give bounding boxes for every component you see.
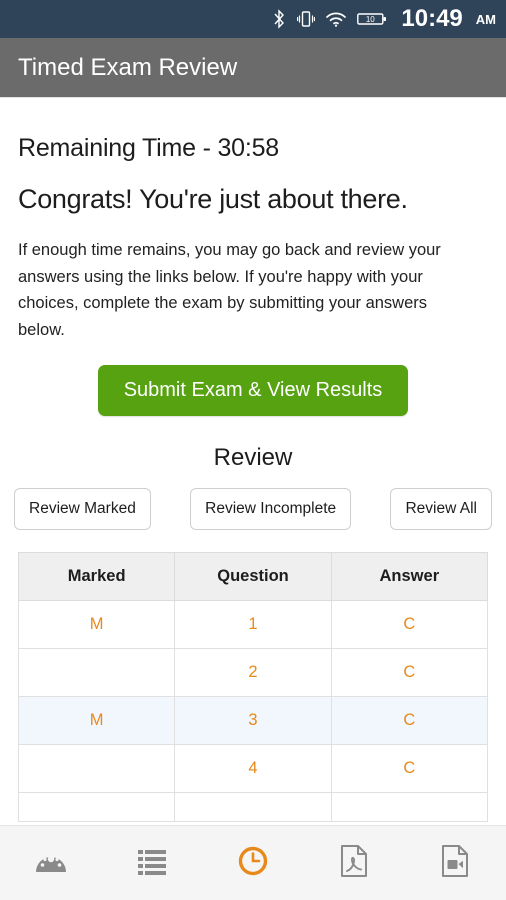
review-buttons-group: Review Marked Review Incomplete Review A… [0,487,506,530]
video-file-icon [440,844,470,883]
review-marked-button[interactable]: Review Marked [14,487,151,530]
cell-answer [330,791,489,822]
table-row[interactable]: 4 C [17,743,489,793]
table-row[interactable]: M 1 C [17,599,489,649]
cell-answer: C [330,647,489,697]
cell-answer: C [330,743,489,793]
battery-level-text: 10 [366,15,375,24]
status-ampm: AM [475,11,496,27]
cell-marked [17,791,176,822]
nav-timer[interactable] [202,826,303,900]
cell-question[interactable]: 2 [174,647,332,697]
battery-icon: 10 [357,9,387,29]
list-icon [136,847,168,880]
vibrate-icon [297,9,316,29]
congrats-heading: Congrats! You're just about there. [18,184,408,214]
submit-exam-button[interactable]: Submit Exam & View Results [97,364,409,416]
cell-marked: M [17,599,176,649]
column-header-marked: Marked [17,551,176,601]
cell-question[interactable]: 1 [174,599,332,649]
page-title: Timed Exam Review [18,53,238,81]
cell-answer: C [330,599,489,649]
app-screen: 10 10:49 AM Timed Exam Review Remaining … [0,0,506,900]
wifi-icon [325,9,347,29]
review-heading: Review [213,443,293,471]
review-table: Marked Question Answer M 1 C 2 C M 3 C 4… [17,551,489,822]
review-table-wrapper: Marked Question Answer M 1 C 2 C M 3 C 4… [0,551,506,822]
review-incomplete-button[interactable]: Review Incomplete [190,487,352,530]
table-header: Marked Question Answer [17,551,489,601]
bottom-navigation-bar [0,825,506,900]
submit-button-wrapper: Submit Exam & View Results [18,364,488,416]
gauge-icon [34,846,68,881]
app-title-bar: Timed Exam Review [0,38,506,98]
cell-marked [17,647,176,697]
column-header-answer: Answer [330,551,489,601]
pdf-file-icon [339,844,369,883]
status-bar: 10 10:49 AM [0,0,506,38]
review-all-button[interactable]: Review All [390,487,492,530]
cell-marked: M [17,695,176,745]
cell-question[interactable]: 4 [174,743,332,793]
nav-list[interactable] [101,826,202,900]
cell-marked [17,743,176,793]
remaining-time-text: Remaining Time - 30:58 [18,134,280,162]
status-time: 10:49 [401,5,463,32]
table-row[interactable] [17,791,489,822]
table-row[interactable]: 2 C [17,647,489,697]
nav-video[interactable] [405,826,506,900]
main-content: Remaining Time - 30:58 Congrats! You're … [0,134,506,472]
cell-answer: C [330,695,489,745]
bluetooth-icon [271,9,287,29]
nav-pdf[interactable] [304,826,405,900]
clock-icon [237,845,269,882]
table-header-row: Marked Question Answer [17,551,489,601]
cell-question[interactable] [174,791,332,822]
nav-dashboard[interactable] [0,826,101,900]
table-body: M 1 C 2 C M 3 C 4 C [17,599,489,822]
column-header-question: Question [174,551,332,601]
instructions-paragraph: If enough time remains, you may go back … [18,241,441,340]
cell-question[interactable]: 3 [174,695,332,745]
table-row[interactable]: M 3 C [17,695,489,745]
